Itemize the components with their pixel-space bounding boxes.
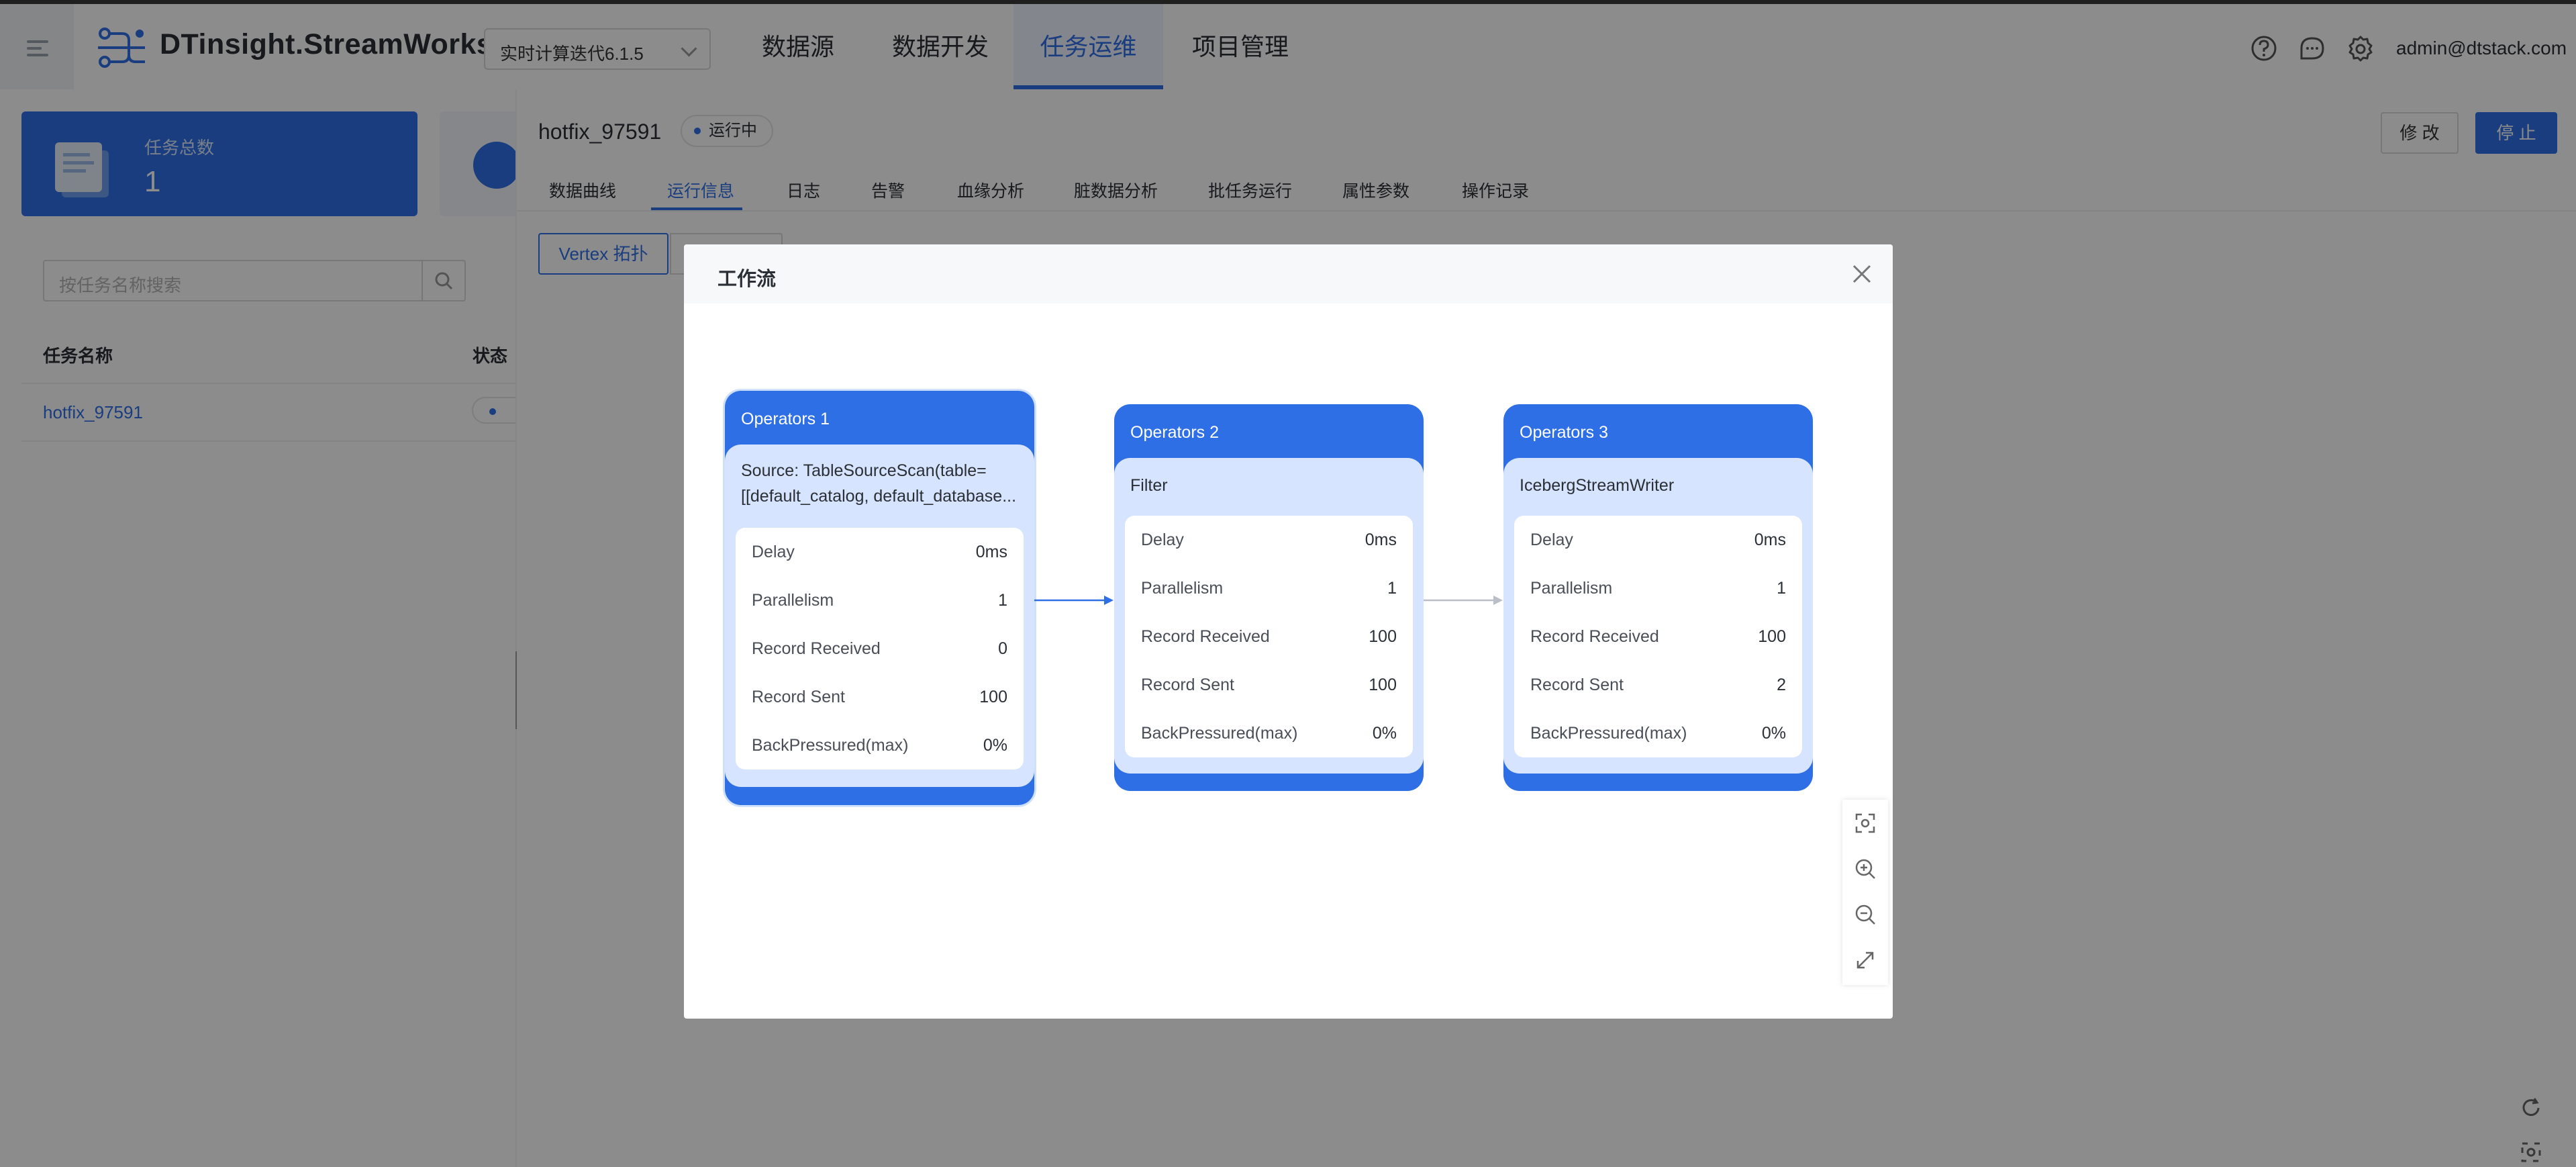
metric-label: Delay: [752, 543, 795, 561]
metric-label: Parallelism: [752, 591, 834, 610]
metric-label: Record Received: [752, 639, 881, 658]
operator-name: Source: TableSourceScan(table= [[default…: [741, 458, 1023, 509]
operator-name: IcebergStreamWriter: [1520, 476, 1675, 495]
metric-row: BackPressured(max) 0%: [1514, 709, 1802, 757]
metric-label: Record Received: [1141, 627, 1270, 646]
zoom-in-icon[interactable]: [1843, 847, 1887, 891]
operator-body: IcebergStreamWriter Delay 0ms Parallelism…: [1503, 458, 1813, 774]
operator-body: Source: TableSourceScan(table= [[default…: [725, 445, 1034, 787]
metric-row: Parallelism 1: [1125, 564, 1413, 612]
operator-name: Filter: [1130, 476, 1168, 495]
metric-label: BackPressured(max): [752, 736, 909, 755]
metric-value: 100: [1758, 627, 1786, 646]
metric-row: Record Sent 2: [1514, 661, 1802, 709]
metric-row: Parallelism 1: [736, 576, 1024, 624]
operator-body: Filter Delay 0ms Parallelism 1 Record Rece…: [1114, 458, 1424, 774]
metric-row: Record Sent 100: [1125, 661, 1413, 709]
metric-value: 0ms: [1365, 530, 1397, 549]
metric-row: Delay 0ms: [1514, 516, 1802, 564]
metric-row: Record Sent 100: [736, 673, 1024, 721]
canvas-toolbar: [1842, 800, 1888, 985]
metric-row: BackPressured(max) 0%: [1125, 709, 1413, 757]
metric-row: Parallelism 1: [1514, 564, 1802, 612]
metric-value: 100: [1369, 627, 1397, 646]
metric-row: Delay 0ms: [1125, 516, 1413, 564]
metrics-table: Delay 0ms Parallelism 1 Record Received 0 R…: [736, 528, 1024, 769]
metric-row: Record Received 100: [1125, 612, 1413, 661]
metric-label: BackPressured(max): [1141, 724, 1298, 743]
close-icon[interactable]: [1850, 262, 1874, 286]
metric-label: Record Sent: [1530, 675, 1624, 694]
metric-value: 2: [1777, 675, 1786, 694]
modal-header: 工作流: [684, 244, 1893, 304]
metric-row: Record Received 100: [1514, 612, 1802, 661]
operator-title: Operators 1: [741, 410, 830, 428]
operator-title: Operators 2: [1130, 423, 1220, 442]
workflow-modal: 工作流 Operators 1 Source: TableSourceScan(…: [684, 244, 1893, 1019]
metric-value: 1: [1777, 579, 1786, 598]
metric-value: 0: [998, 639, 1007, 658]
modal-title: 工作流: [717, 269, 777, 290]
fullscreen-icon[interactable]: [1843, 938, 1887, 982]
metrics-table: Delay 0ms Parallelism 1 Record Received 100…: [1125, 516, 1413, 757]
metric-label: Delay: [1141, 530, 1184, 549]
metric-value: 0ms: [975, 543, 1007, 561]
metric-row: Record Received 0: [736, 624, 1024, 673]
edge-arrow-1-2: [1034, 596, 1113, 605]
metric-label: BackPressured(max): [1530, 724, 1687, 743]
metric-row: BackPressured(max) 0%: [736, 721, 1024, 769]
operator-node-2[interactable]: Operators 2 Filter Delay 0ms Parallelism 1…: [1114, 404, 1424, 791]
metric-label: Parallelism: [1141, 579, 1224, 598]
metric-value: 0%: [983, 736, 1007, 755]
edge-arrow-2-3: [1424, 596, 1503, 605]
metric-label: Parallelism: [1530, 579, 1613, 598]
metrics-table: Delay 0ms Parallelism 1 Record Received 100…: [1514, 516, 1802, 757]
zoom-out-icon[interactable]: [1843, 892, 1887, 937]
metric-label: Delay: [1530, 530, 1573, 549]
operator-name-line: [[default_catalog, default_database...: [741, 487, 1017, 506]
metric-value: 100: [1369, 675, 1397, 694]
metric-value: 0%: [1372, 724, 1397, 743]
metric-label: Record Sent: [752, 688, 845, 706]
metric-value: 1: [998, 591, 1007, 610]
metric-value: 1: [1387, 579, 1397, 598]
operator-node-1[interactable]: Operators 1 Source: TableSourceScan(tabl…: [725, 391, 1034, 805]
fit-view-icon[interactable]: [1843, 801, 1887, 845]
metric-value: 0ms: [1754, 530, 1786, 549]
operator-title: Operators 3: [1520, 423, 1609, 442]
metric-row: Delay 0ms: [736, 528, 1024, 576]
metric-label: Record Sent: [1141, 675, 1234, 694]
metric-value: 100: [979, 688, 1007, 706]
metric-value: 0%: [1761, 724, 1786, 743]
operator-name-line: Source: TableSourceScan(table=: [741, 461, 987, 480]
metric-label: Record Received: [1530, 627, 1659, 646]
operator-node-3[interactable]: Operators 3 IcebergStreamWriter Delay 0ms…: [1503, 404, 1813, 791]
